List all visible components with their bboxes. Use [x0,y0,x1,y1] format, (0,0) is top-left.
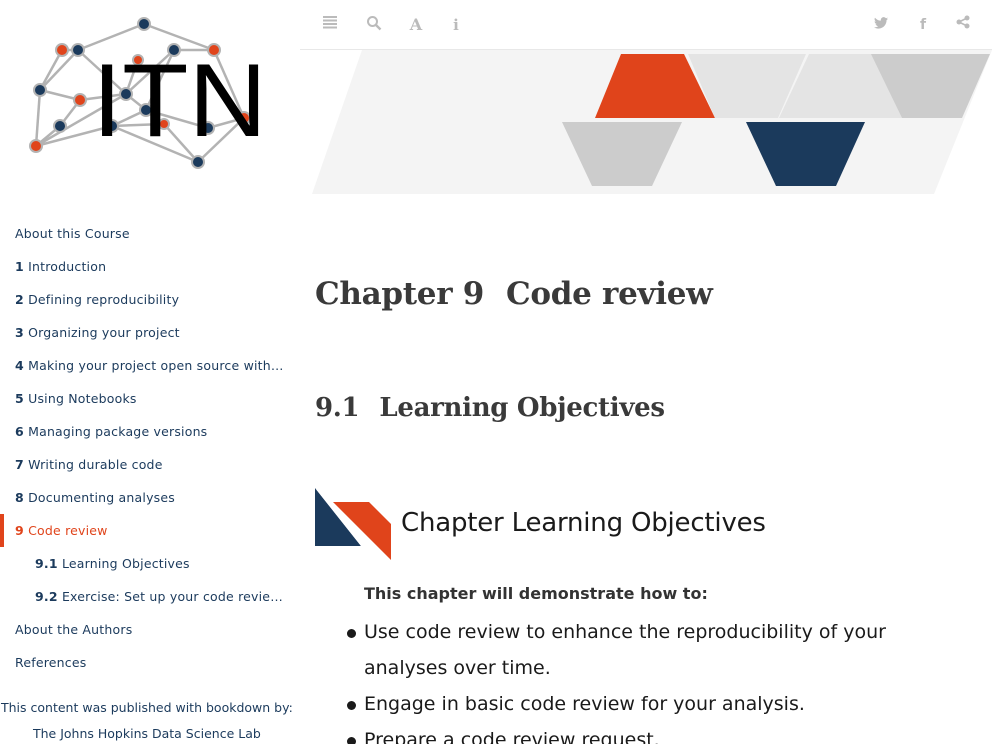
toc-item-number: 8 [15,490,24,505]
sidebar-toggle-icon[interactable] [320,15,340,35]
publish-note: This content was published with bookdown… [1,700,293,715]
toc-item-label: Code review [28,523,108,538]
toc-item-label: Exercise: Set up your code review … [61,589,298,604]
toc-item[interactable]: 2 Defining reproducibility [0,283,300,316]
toc-item-number: 9 [15,523,24,538]
chapter-heading: Chapter 9 Code review [315,276,713,312]
toc-item[interactable]: 9 Code review [0,514,300,547]
book-sidebar: ITN About this Course 1 Introduction 2 Def… [0,0,300,744]
toc-item-label: About the Authors [15,622,133,637]
toc-item[interactable]: 1 Introduction [0,250,300,283]
section-number: 9.1 [315,393,360,423]
toc-item-number: 9.1 [35,556,58,571]
toc-item-label: Learning Objectives [61,556,190,571]
toc-item-number: 4 [15,358,24,373]
search-icon[interactable] [364,15,384,35]
toc-item-number: 6 [15,424,24,439]
facebook-icon[interactable]: f [913,15,933,35]
toc-item-label: Using Notebooks [28,391,137,406]
objective-item: Use code review to enhance the reproduci… [347,614,947,686]
toc-item[interactable]: About the Authors [0,613,300,646]
toc-item[interactable]: 8 Documenting analyses [0,481,300,514]
twitter-icon[interactable] [871,15,891,35]
table-of-contents: About this Course 1 Introduction 2 Definin… [0,217,300,679]
objectives-chevron-icon [315,488,391,560]
chapter-banner [312,50,992,194]
toc-item-number: 7 [15,457,24,472]
toc-item[interactable]: About this Course [0,217,300,250]
objective-item: Prepare a code review request. [347,722,947,744]
publisher-link[interactable]: The Johns Hopkins Data Science Lab [33,726,261,741]
section-title: Learning Objectives [379,393,665,423]
book-toolbar: A i f [300,0,992,50]
section-heading: 9.1 Learning Objectives [315,393,665,423]
toc-item[interactable]: 9.2 Exercise: Set up your code review … [0,580,300,613]
objectives-title: Chapter Learning Objectives [401,508,766,538]
toc-item[interactable]: 4 Making your project open source with … [0,349,300,382]
toc-item-label: Introduction [28,259,107,274]
toc-item-number: 3 [15,325,24,340]
toc-item-label: About this Course [15,226,130,241]
chapter-title: Code review [506,276,713,312]
toc-item[interactable]: 3 Organizing your project [0,316,300,349]
toc-item-label: References [15,655,87,670]
chapter-number: Chapter 9 [315,276,485,312]
toc-item-label: Making your project open source with … [28,358,288,373]
objectives-list: Use code review to enhance the reproduci… [347,614,947,744]
toc-item-label: Defining reproducibility [28,292,180,307]
toc-item-number: 5 [15,391,24,406]
toc-item-label: Writing durable code [28,457,163,472]
toc-item-label: Documenting analyses [28,490,175,505]
toc-item[interactable]: 5 Using Notebooks [0,382,300,415]
toc-item[interactable]: References [0,646,300,679]
toc-item-number: 9.2 [35,589,58,604]
toc-item-number: 1 [15,259,24,274]
logo-wordmark: ITN [92,43,267,159]
toc-item[interactable]: 7 Writing durable code [0,448,300,481]
info-icon[interactable]: i [446,15,466,35]
toc-item-label: Organizing your project [28,325,180,340]
objectives-lead: This chapter will demonstrate how to: [364,584,708,603]
toc-item-label: Managing package versions [28,424,208,439]
toc-item[interactable]: 6 Managing package versions [0,415,300,448]
toc-item-number: 2 [15,292,24,307]
itn-logo[interactable]: ITN [22,14,272,174]
toc-item[interactable]: 9.1 Learning Objectives [0,547,300,580]
objective-item: Engage in basic code review for your ana… [347,686,947,722]
share-icon[interactable] [953,15,973,35]
font-settings-icon[interactable]: A [406,15,426,35]
